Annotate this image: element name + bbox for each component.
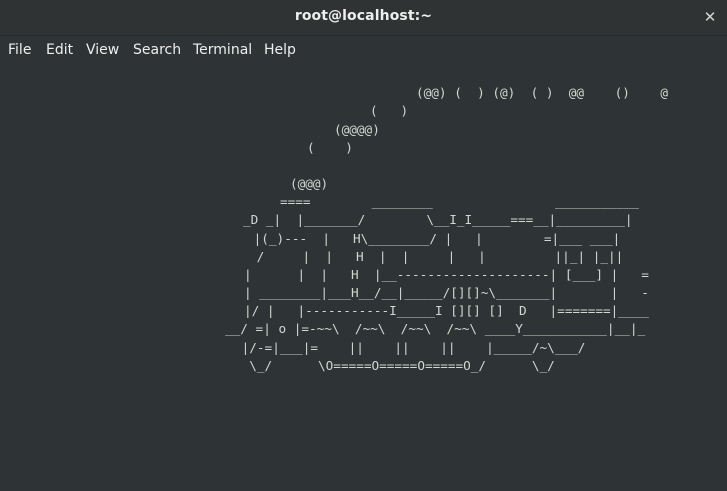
menu-terminal[interactable]: Terminal [193,42,252,58]
terminal-output[interactable]: (@@) ( ) (@) ( ) @@ () @ ( ) (@@@@) ( ) … [0,64,727,491]
menu-file[interactable]: File [8,42,31,58]
menu-search[interactable]: Search [133,42,181,58]
terminal-window: root@localhost:~ ✕ File Edit View Search… [0,0,727,491]
terminal-line: (@@@) [290,176,329,191]
menu-bar: File Edit View Search Terminal Help [0,36,727,64]
terminal-line: |/ | |-----------I_____I [][] [] D |====… [244,303,649,318]
terminal-line: ==== ________ ___________ [280,194,640,209]
terminal-line: |(_)--- | H\________/ | | =|___ ___| [246,231,621,246]
terminal-line: ( ) [307,140,353,155]
close-icon[interactable]: ✕ [697,4,723,30]
menu-help[interactable]: Help [264,42,296,58]
terminal-line: (@@) ( ) (@) ( ) @@ () @ [416,85,669,100]
terminal-line: (@@@@) [334,122,380,137]
terminal-line: | | | H |__--------------------| [___] |… [244,267,649,282]
terminal-line: __/ =| o |=-~~\ /~~\ /~~\ /~~\ ____Y____… [225,321,646,336]
terminal-line: _D _| |_______/ \__I_I_____===__|_______… [243,212,633,227]
menu-view[interactable]: View [86,42,119,58]
title-bar[interactable]: root@localhost:~ ✕ [0,0,727,36]
terminal-line: |/-=|___|= || || || |_____/~\___/ [234,340,586,355]
terminal-line: ( ) [370,103,409,118]
terminal-line: | ________|___H__/__|_____/[][]~\_______… [244,285,649,300]
window-title: root@localhost:~ [294,8,433,24]
terminal-line: / | | H | | | | ||_| |_|| [249,249,624,264]
menu-edit[interactable]: Edit [46,42,73,58]
terminal-line: \_/ \O=====O=====O=====O_/ \_/ [234,358,555,373]
